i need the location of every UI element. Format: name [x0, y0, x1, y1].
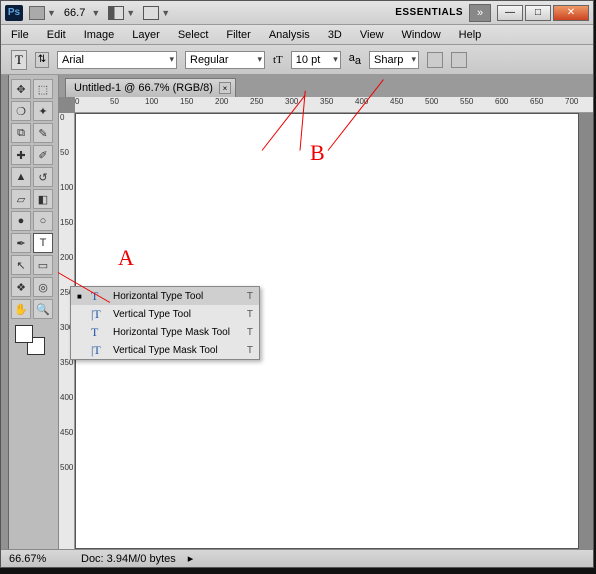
- app-window: Ps ▼ 66.7 ▼ ▼ ▼ ESSENTIALS » — □ ✕ File …: [0, 0, 594, 568]
- close-button[interactable]: ✕: [553, 5, 589, 21]
- antialias-icon: aa: [349, 52, 361, 67]
- text-orientation-button[interactable]: ⇅: [35, 52, 49, 68]
- status-zoom[interactable]: 66.67%: [9, 553, 69, 565]
- wand-tool[interactable]: ✦: [33, 101, 53, 121]
- bridge-dropdown-icon[interactable]: ▼: [47, 8, 56, 18]
- document-tab-bar: Untitled-1 @ 66.7% (RGB/8) ×: [59, 75, 593, 97]
- blur-tool[interactable]: ●: [11, 211, 31, 231]
- marquee-tool[interactable]: ⬚: [33, 79, 53, 99]
- menu-help[interactable]: Help: [459, 29, 482, 41]
- type-icon: |T: [91, 307, 107, 322]
- color-swatch[interactable]: [15, 325, 45, 355]
- type-icon: T: [91, 325, 107, 340]
- minimize-button[interactable]: —: [497, 5, 523, 21]
- layout-dropdown-icon[interactable]: ▼: [126, 8, 135, 18]
- maximize-button[interactable]: □: [525, 5, 551, 21]
- title-zoom[interactable]: 66.7: [64, 7, 85, 19]
- crop-tool[interactable]: ⧉: [11, 123, 31, 143]
- type-icon: |T: [91, 343, 107, 358]
- menu-analysis[interactable]: Analysis: [269, 29, 310, 41]
- menu-view[interactable]: View: [360, 29, 384, 41]
- menu-window[interactable]: Window: [402, 29, 441, 41]
- zoom-tool[interactable]: 🔍: [33, 299, 53, 319]
- screen-dropdown-icon[interactable]: ▼: [161, 8, 170, 18]
- eyedropper-tool[interactable]: ✎: [33, 123, 53, 143]
- shape-tool[interactable]: ▭: [33, 255, 53, 275]
- document-tab[interactable]: Untitled-1 @ 66.7% (RGB/8) ×: [65, 78, 236, 97]
- camera-tool[interactable]: ◎: [33, 277, 53, 297]
- eraser-tool[interactable]: ▱: [11, 189, 31, 209]
- menu-layer[interactable]: Layer: [132, 29, 160, 41]
- menu-filter[interactable]: Filter: [226, 29, 250, 41]
- stamp-tool[interactable]: ▲: [11, 167, 31, 187]
- bridge-icon[interactable]: [29, 6, 45, 20]
- heal-tool[interactable]: ✚: [11, 145, 31, 165]
- brush-tool[interactable]: ✐: [33, 145, 53, 165]
- titlebar: Ps ▼ 66.7 ▼ ▼ ▼ ESSENTIALS » — □ ✕: [1, 1, 593, 25]
- expand-panels-button[interactable]: »: [469, 4, 491, 22]
- menu-bar: File Edit Image Layer Select Filter Anal…: [1, 25, 593, 45]
- app-icon: Ps: [5, 5, 23, 21]
- layout-icon[interactable]: [108, 6, 124, 20]
- font-size-combo[interactable]: 10 pt: [291, 51, 341, 69]
- gradient-tool[interactable]: ◧: [33, 189, 53, 209]
- hand-tool[interactable]: ✋: [11, 299, 31, 319]
- font-family-combo[interactable]: Arial: [57, 51, 177, 69]
- type-tool[interactable]: T: [33, 233, 53, 253]
- font-size-icon: tT: [273, 54, 283, 66]
- flyout-item[interactable]: |TVertical Type ToolT: [71, 305, 259, 323]
- antialias-combo[interactable]: Sharp: [369, 51, 419, 69]
- move-tool[interactable]: ✥: [11, 79, 31, 99]
- menu-select[interactable]: Select: [178, 29, 209, 41]
- ruler-horizontal: 0501001502002503003504004505005506006507…: [75, 97, 593, 113]
- tab-close-icon[interactable]: ×: [219, 82, 231, 94]
- status-bar: 66.67% Doc: 3.94M/0 bytes ▸: [1, 549, 593, 567]
- options-bar: T ⇅ Arial Regular tT 10 pt aa Sharp: [1, 45, 593, 75]
- flyout-item[interactable]: THorizontal Type Mask ToolT: [71, 323, 259, 341]
- align-left-button[interactable]: [427, 52, 443, 68]
- zoom-dropdown-icon[interactable]: ▼: [91, 8, 100, 18]
- align-center-button[interactable]: [451, 52, 467, 68]
- panel-grip[interactable]: [1, 75, 9, 549]
- status-arrow-icon[interactable]: ▸: [188, 552, 194, 565]
- menu-file[interactable]: File: [11, 29, 29, 41]
- flyout-item[interactable]: |TVertical Type Mask ToolT: [71, 341, 259, 359]
- menu-image[interactable]: Image: [84, 29, 115, 41]
- screenmode-icon[interactable]: [143, 6, 159, 20]
- history-tool[interactable]: ↺: [33, 167, 53, 187]
- type-tool-flyout: ■THorizontal Type ToolT|TVertical Type T…: [70, 286, 260, 360]
- menu-edit[interactable]: Edit: [47, 29, 66, 41]
- lasso-tool[interactable]: ❍: [11, 101, 31, 121]
- tools-panel: ✥ ⬚ ❍ ✦ ⧉ ✎ ✚ ✐ ▲ ↺ ▱ ◧ ● ○ ✒ T ↖ ▭ ❖ ◎ …: [9, 75, 59, 549]
- status-doc: Doc: 3.94M/0 bytes: [81, 553, 176, 565]
- path-tool[interactable]: ↖: [11, 255, 31, 275]
- 3d-tool[interactable]: ❖: [11, 277, 31, 297]
- tool-preset-icon[interactable]: T: [11, 50, 27, 70]
- dodge-tool[interactable]: ○: [33, 211, 53, 231]
- font-style-combo[interactable]: Regular: [185, 51, 265, 69]
- menu-3d[interactable]: 3D: [328, 29, 342, 41]
- pen-tool[interactable]: ✒: [11, 233, 31, 253]
- workspace-label[interactable]: ESSENTIALS: [395, 7, 463, 18]
